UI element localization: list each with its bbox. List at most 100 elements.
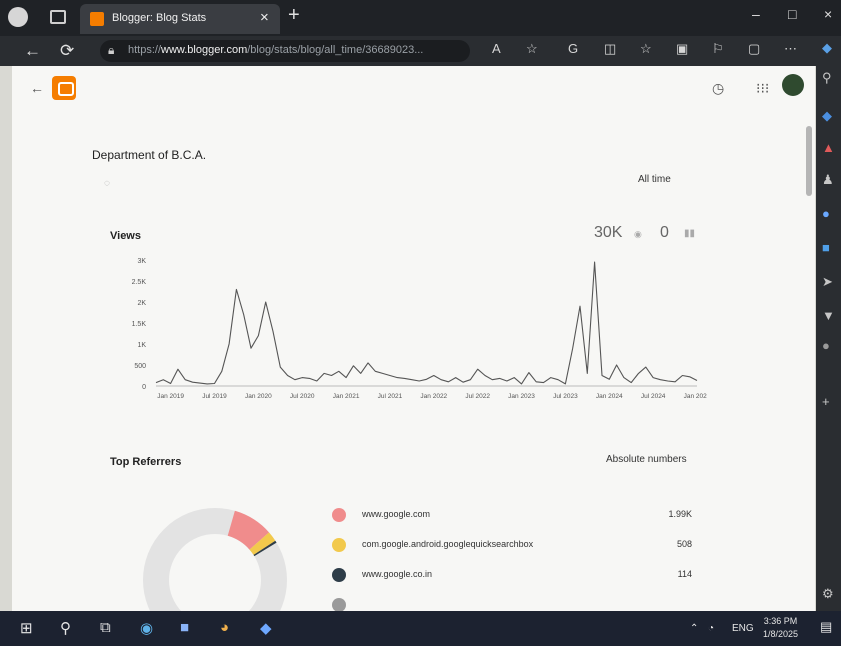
referrers-donut-chart <box>143 508 287 614</box>
maximize-button[interactable]: □ <box>788 6 796 22</box>
page-back-arrow-icon[interactable]: ← <box>30 80 44 96</box>
referrer-row[interactable]: com.google.android.googlequicksearchbox 5… <box>332 536 692 554</box>
referrers-mode-selector[interactable]: Absolute numbers <box>606 454 687 465</box>
address-bar[interactable]: 🔒︎ https://www.blogger.com/blog/stats/bl… <box>100 40 470 62</box>
x-tick-label: Jan 2024 <box>596 393 623 400</box>
referrer-value: 1.99K <box>668 509 692 519</box>
x-tick-label: Jul 2022 <box>465 393 490 400</box>
referrer-value: 508 <box>676 539 692 549</box>
tag-icon[interactable]: ◆ <box>822 108 832 124</box>
views-now: 0 <box>660 224 669 241</box>
apps-grid-icon[interactable]: ⁝⁝⁝ <box>756 80 769 97</box>
tab-blogger-stats[interactable]: Blogger: Blog Stats × <box>80 4 280 34</box>
favorite-star-icon[interactable]: ☆ <box>526 41 538 57</box>
referrer-name: www.google.com <box>362 509 431 519</box>
copilot-sidebar-icon[interactable]: ◆ <box>822 40 832 56</box>
app-taskbar-icon[interactable]: ◆ <box>260 619 272 637</box>
referrer-row[interactable]: www.google.com 1.99K <box>332 506 692 524</box>
blog-title: Department of B.C.A. <box>92 148 207 162</box>
people-icon[interactable]: ♟ <box>822 172 834 188</box>
referrer-color-dot <box>332 538 346 552</box>
x-tick-label: Jul 2023 <box>553 393 578 400</box>
tab-actions-icon[interactable] <box>50 10 66 24</box>
file-explorer-icon[interactable]: ■ <box>180 619 189 636</box>
telegram-icon[interactable]: ➤ <box>822 274 833 290</box>
x-tick-label: Jan 2025 <box>684 393 707 400</box>
notifications-icon[interactable]: ▤ <box>820 619 832 635</box>
x-tick-label: Jan 2020 <box>245 393 272 400</box>
referrer-row[interactable]: www.google.co.in 114 <box>332 566 692 584</box>
taskbar-clock[interactable]: 3:36 PM 1/8/2025 <box>763 615 798 641</box>
y-tick-label: 1K <box>137 342 146 349</box>
views-title: Views <box>110 230 141 242</box>
search-icon[interactable]: ⚲ <box>822 70 832 86</box>
blogger-logo-icon[interactable] <box>52 76 76 100</box>
language-indicator[interactable]: ENG <box>732 623 754 634</box>
tray-chevron-icon[interactable]: ⌃ <box>690 623 698 634</box>
minimize-button[interactable]: – <box>752 6 760 22</box>
x-tick-label: Jan 2022 <box>420 393 447 400</box>
favorites-icon[interactable]: ☆ <box>640 41 652 57</box>
x-tick-label: Jan 2019 <box>157 393 184 400</box>
x-tick-label: Jan 2023 <box>508 393 535 400</box>
donut-slice <box>253 540 277 557</box>
referrer-color-dot <box>332 508 346 522</box>
donut-slice <box>249 532 276 556</box>
y-tick-label: 2K <box>137 300 146 307</box>
chrome-taskbar-icon[interactable]: ◕ <box>220 619 229 636</box>
x-tick-label: Jul 2021 <box>378 393 403 400</box>
back-arrow-icon[interactable]: ← <box>24 41 41 61</box>
outlook-icon[interactable]: ■ <box>822 240 830 255</box>
y-tick-label: 1.5K <box>132 321 147 328</box>
tab-title: Blogger: Blog Stats <box>112 12 207 24</box>
collections-icon[interactable]: ▣ <box>676 41 688 57</box>
x-tick-label: Jan 2021 <box>333 393 360 400</box>
network-icon[interactable]: ◔ <box>708 623 714 634</box>
x-tick-label: Jul 2020 <box>290 393 315 400</box>
history-icon[interactable]: ◷ <box>712 80 724 97</box>
blogger-favicon-icon <box>90 12 104 26</box>
referrer-color-dot <box>332 568 346 582</box>
start-windows-icon[interactable]: ⊞ <box>20 619 33 637</box>
y-tick-label: 500 <box>134 363 146 370</box>
new-tab-button[interactable]: + <box>288 4 300 27</box>
referrer-name: www.google.co.in <box>362 569 433 579</box>
task-view-icon[interactable]: ⧉ <box>100 619 111 636</box>
more-menu-icon[interactable]: ⋯ <box>784 41 797 57</box>
y-tick-label: 3K <box>137 258 146 265</box>
screenshot-icon[interactable]: ▢ <box>748 41 760 57</box>
url-text[interactable]: https://www.blogger.com/blog/stats/blog/… <box>128 44 458 56</box>
settings-gear-icon[interactable]: ⚙ <box>822 586 834 602</box>
y-tick-label: 0 <box>142 384 146 391</box>
tab-close-button[interactable]: × <box>260 9 269 26</box>
feedback-icon[interactable]: ⚐ <box>712 41 724 57</box>
split-screen-icon[interactable]: ◫ <box>604 41 616 57</box>
y-tick-label: 2.5K <box>132 279 147 286</box>
screen: Blogger: Blog Stats × + – □ × ← ⟳ 🔒︎ htt… <box>0 0 841 646</box>
taskbar-search-icon[interactable]: ⚲ <box>60 619 71 637</box>
close-window-button[interactable]: × <box>824 6 832 22</box>
avatar[interactable] <box>782 74 804 96</box>
tools-icon[interactable]: ▲ <box>822 140 835 155</box>
read-aloud-icon[interactable]: A <box>492 41 501 56</box>
shopping-icon[interactable]: ▼ <box>822 308 835 323</box>
windows-taskbar: ⊞ ⚲ ⧉ ◉ ■ ◕ ◆ ⌃ ◔ ENG 3:36 PM 1/8/2025 ▤ <box>0 611 841 646</box>
blogger-page: ← ◷ ⁝⁝⁝ Department of B.C.A. ◌ All time … <box>12 66 815 614</box>
lock-icon[interactable]: 🔒︎ <box>108 43 114 58</box>
referrer-color-dot <box>332 598 346 612</box>
add-sidebar-icon[interactable]: + <box>822 394 830 409</box>
time-range-selector[interactable]: All time <box>638 174 671 185</box>
x-tick-label: Jul 2019 <box>202 393 227 400</box>
views-toggle-icon[interactable]: ◉ <box>634 229 642 240</box>
edge-taskbar-icon[interactable]: ◉ <box>140 619 153 637</box>
views-line-chart: 0 500 1K 1.5K 2K 2.5K 3K Jan 2019 Jul 2019 Jan 20… <box>132 258 707 400</box>
copilot-icon[interactable]: G <box>568 41 578 56</box>
games-icon[interactable]: ● <box>822 206 830 221</box>
refresh-icon[interactable]: ⟳ <box>60 41 74 61</box>
referrers-title: Top Referrers <box>110 456 182 468</box>
profile-icon[interactable] <box>8 7 28 27</box>
browser-sidebar: ◆ ⚲ ◆ ▲ ♟ ● ■ ➤ ▼ ● + ⚙ <box>816 36 841 611</box>
page-scrollbar[interactable] <box>805 106 813 606</box>
bing-icon[interactable]: ● <box>822 338 830 353</box>
scrollbar-thumb[interactable] <box>806 126 812 196</box>
